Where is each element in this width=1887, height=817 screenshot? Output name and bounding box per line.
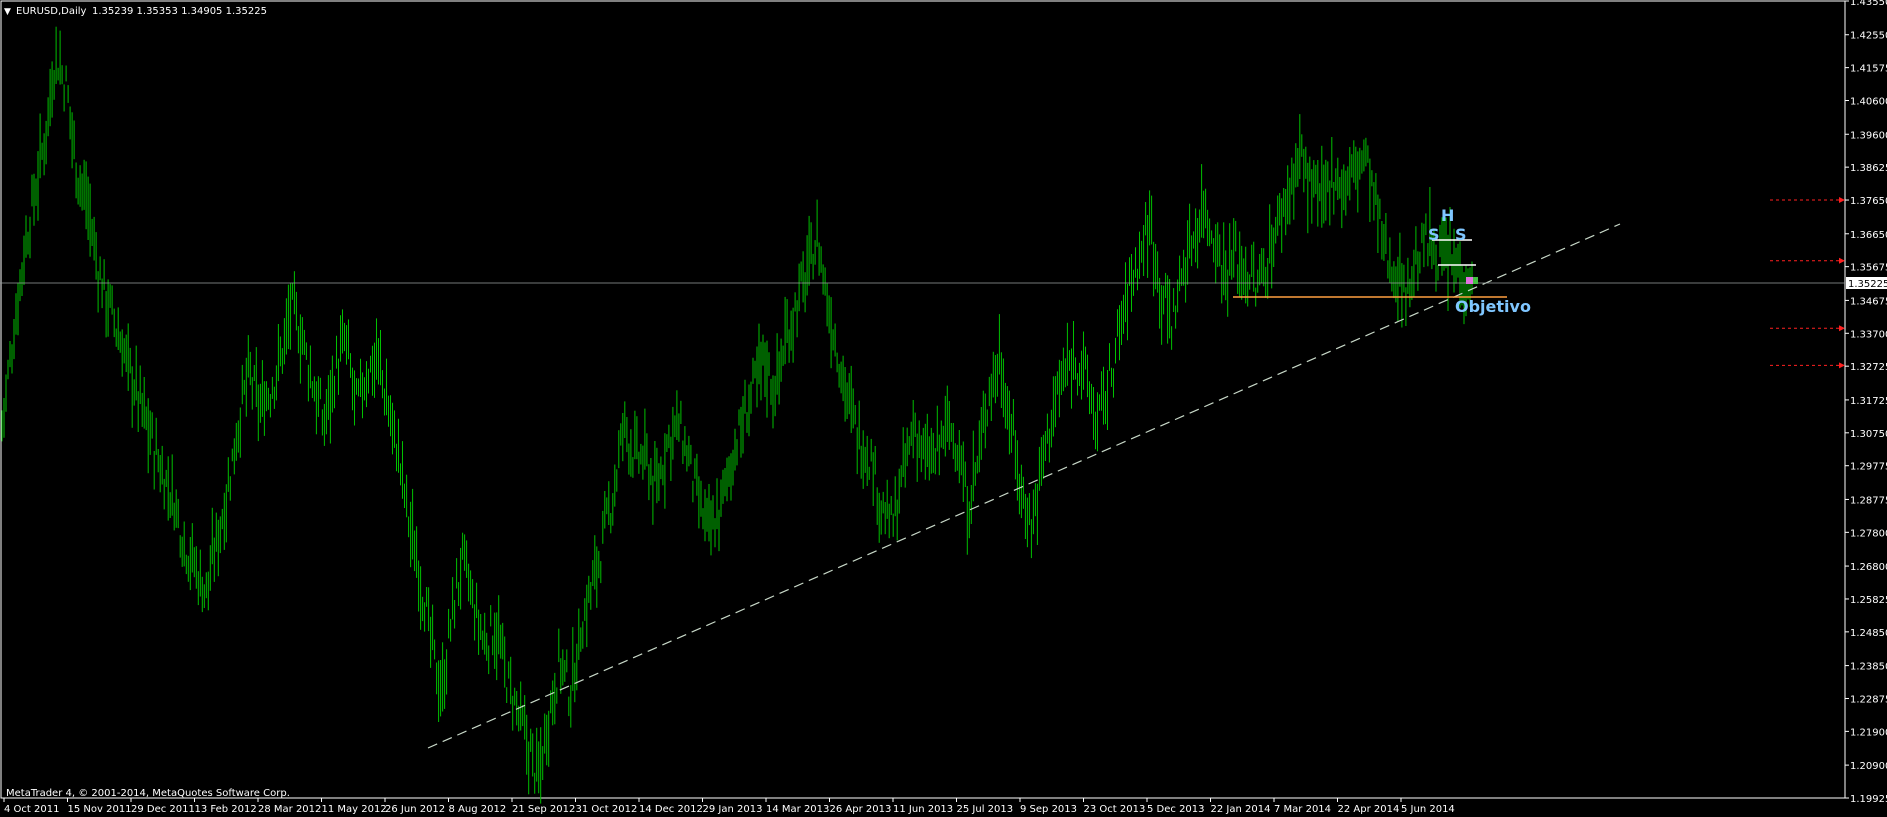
y-tick-label: 1.20900 [1850,761,1887,772]
target-label: Objetivo [1455,297,1531,316]
x-tick-label: 22 Apr 2014 [1338,804,1400,815]
y-tick-label: 1.43550 [1850,0,1887,8]
x-tick-label: 22 Jan 2014 [1211,804,1271,815]
x-tick-label: 23 Oct 2013 [1084,804,1146,815]
x-tick-label: 4 Oct 2011 [4,804,59,815]
y-tick-label: 1.27800 [1850,528,1887,539]
x-tick-label: 31 Oct 2012 [576,804,638,815]
y-tick-label: 1.28775 [1850,495,1887,506]
x-tick-label: 5 Jun 2014 [1401,804,1455,815]
y-tick-label: 1.40600 [1850,97,1887,108]
y-tick-label: 1.31725 [1850,396,1887,407]
x-tick-label: 26 Jun 2012 [385,804,445,815]
level-arrow [1839,197,1845,204]
price-axis: 1.43550 1.42550 1.41575 1.40600 1.39600 1.386… [1845,0,1887,805]
y-tick-label: 1.26800 [1850,562,1887,573]
y-tick-label: 1.38625 [1850,163,1887,174]
y-tick-label: 1.30750 [1850,429,1887,440]
y-tick-label: 1.36650 [1850,230,1887,241]
y-tick-label: 1.39600 [1850,130,1887,141]
price-chart[interactable]: H S S Objetivo 1.43550 1.42550 1.41575 1.40… [0,0,1887,817]
y-tick-label: 1.19925 [1850,794,1887,805]
y-tick-label: 1.34675 [1850,296,1887,307]
y-tick-label: 1.35675 [1850,263,1887,274]
x-tick-label: 14 Mar 2013 [766,804,829,815]
x-tick-label: 26 Apr 2013 [830,804,892,815]
copyright-text: MetaTrader 4, © 2001-2014, MetaQuotes So… [6,788,290,799]
x-tick-label: 11 Jun 2013 [893,804,953,815]
level-arrow [1839,325,1845,332]
right-shoulder-label: S [1455,225,1467,244]
y-tick-label: 1.23850 [1850,662,1887,673]
x-tick-label: 9 Sep 2013 [1020,804,1077,815]
support-trendline[interactable] [427,223,1621,749]
y-tick-label: 1.42550 [1850,31,1887,42]
chart-window[interactable]: H S S Objetivo 1.43550 1.42550 1.41575 1.40… [0,0,1887,817]
x-tick-label: 21 Sep 2012 [512,804,575,815]
time-axis: 4 Oct 2011 15 Nov 2011 29 Dec 2011 13 Feb 2… [3,798,1455,815]
y-tick-label: 1.29775 [1850,462,1887,473]
price-marker [1466,277,1474,284]
y-tick-label: 1.21900 [1850,727,1887,738]
y-tick-label: 1.37650 [1850,196,1887,207]
x-tick-label: 13 Feb 2012 [195,804,257,815]
price-marker-green [1473,277,1478,284]
level-arrow [1839,362,1845,369]
x-tick-label: 29 Jan 2013 [703,804,763,815]
symbol-label: EURUSD,Daily [16,6,87,17]
x-tick-label: 28 Mar 2012 [258,804,321,815]
y-tick-label: 1.24850 [1850,628,1887,639]
y-tick-label: 1.22875 [1850,694,1887,705]
left-shoulder-label: S [1428,225,1440,244]
chart-menu-arrow[interactable]: ▼ [4,7,11,17]
y-tick-label: 1.33700 [1850,329,1887,340]
y-tick-label: 1.25825 [1850,595,1887,606]
x-tick-label: 25 Jul 2013 [957,804,1014,815]
x-tick-label: 7 Mar 2014 [1274,804,1331,815]
y-tick-label: 1.32725 [1850,362,1887,373]
plot-border [0,0,1846,799]
current-price-tag-text: 1.35225 [1848,279,1887,290]
y-tick-label: 1.41575 [1850,64,1887,75]
x-tick-label: 5 Dec 2013 [1147,804,1205,815]
x-tick-label: 11 May 2012 [322,804,387,815]
ohlc-values: 1.35239 1.35353 1.34905 1.35225 [92,6,267,17]
x-tick-label: 15 Nov 2011 [68,804,132,815]
candle-series [1,26,1473,804]
x-tick-label: 29 Dec 2011 [131,804,195,815]
x-tick-label: 14 Dec 2012 [639,804,703,815]
level-arrow [1839,257,1845,264]
head-label: H [1441,206,1454,225]
x-tick-label: 8 Aug 2012 [449,804,507,815]
